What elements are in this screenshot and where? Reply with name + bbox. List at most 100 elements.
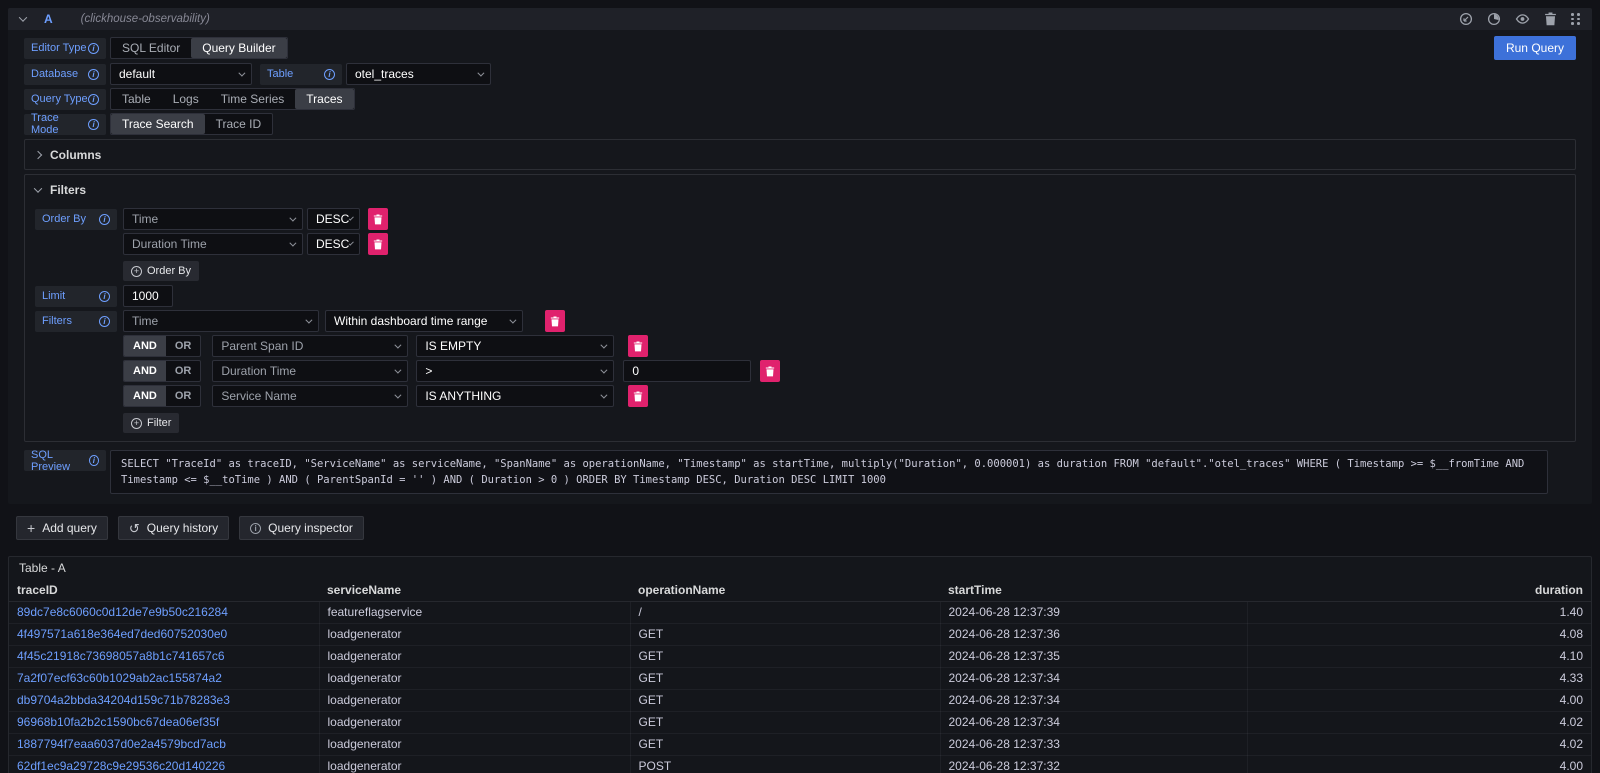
chevron-down-icon [305,316,312,323]
filter-field-select[interactable]: Service Name [212,385,408,407]
column-header-operationname[interactable]: operationName [630,579,940,601]
filter-operator-select[interactable]: > [416,360,614,382]
database-value: default [119,67,155,81]
info-icon[interactable]: i [88,119,99,130]
trace-id-link[interactable]: 4f497571a618e364ed7ded60752030e0 [9,623,319,645]
remove-order-by-button[interactable] [368,233,388,255]
trace-mode-label: Trace Mode i [24,114,106,135]
duration-cell: 4.10 [1247,645,1591,667]
add-query-label: Add query [42,521,97,535]
operation-name-cell: GET [630,733,940,755]
duration-cell: 4.00 [1247,689,1591,711]
trace-id-link[interactable]: 62df1ec9a29728c9e29536c20d140226 [9,755,319,773]
order-by-field-select[interactable]: Duration Time [123,233,303,255]
trace-id-link[interactable]: 4f45c21918c73698057a8b1c741657c6 [9,645,319,667]
columns-section-header[interactable]: Columns [35,145,1565,165]
info-icon[interactable]: i [89,455,99,466]
panel-title: Table - A [9,557,1591,579]
column-header-starttime[interactable]: startTime [940,579,1247,601]
add-filter-button[interactable]: + Filter [123,413,179,433]
trace-id-link[interactable]: 89dc7e8c6060c0d12de7e9b50c216284 [9,601,319,623]
database-select[interactable]: default [110,63,252,85]
info-icon[interactable]: i [324,69,335,80]
info-icon[interactable]: i [99,316,110,327]
query-inspector-button[interactable]: i Query inspector [239,516,364,540]
trace-mode-option-trace-search[interactable]: Trace Search [111,114,205,134]
duplicate-query-icon[interactable] [1487,12,1501,26]
trace-id-link[interactable]: 1887794f7eaa6037d0e2a4579bcd7acb [9,733,319,755]
or-option[interactable]: OR [166,386,201,406]
add-query-button[interactable]: + Add query [16,516,108,540]
add-order-by-button[interactable]: + Order By [123,261,199,281]
filter-field-select[interactable]: Time [123,310,319,332]
and-option[interactable]: AND [124,361,166,381]
filter-field-select[interactable]: Parent Span ID [212,335,408,357]
add-order-by-label: Order By [147,265,191,277]
query-row-header[interactable]: A (clickhouse-observability) [8,8,1592,30]
trace-id-link[interactable]: 7a2f07ecf63c60b1029ab2ac155874a2 [9,667,319,689]
trace-mode-option-trace-id[interactable]: Trace ID [205,114,273,134]
collapse-query-icon[interactable] [19,13,27,21]
table-row: db9704a2bbda34204d159c71b78283e3 loadgen… [9,689,1591,711]
order-by-direction-select[interactable]: DESC [307,208,360,230]
query-type-option-logs[interactable]: Logs [162,89,210,109]
remove-filter-button[interactable] [545,310,565,332]
drag-handle-icon[interactable] [1571,13,1580,25]
remove-filter-button[interactable] [628,385,648,407]
operation-name-cell: GET [630,667,940,689]
operation-name-cell: POST [630,755,940,773]
order-by-field-select[interactable]: Time [123,208,303,230]
column-header-duration[interactable]: duration [1247,579,1591,601]
trace-id-link[interactable]: 96968b10fa2b2c1590bc67dea06ef35f [9,711,319,733]
run-query-button[interactable]: Run Query [1494,36,1576,60]
editor-type-option-sql-editor[interactable]: SQL Editor [111,38,191,58]
query-type-option-table[interactable]: Table [111,89,162,109]
duration-cell: 4.02 [1247,733,1591,755]
filters-section-header[interactable]: Filters [35,180,1565,200]
history-icon: ↺ [129,522,140,535]
query-history-label: Query history [147,521,218,535]
remove-filter-button[interactable] [760,360,780,382]
query-help-icon[interactable] [1459,12,1473,26]
filter-operator-select[interactable]: Within dashboard time range [325,310,523,332]
operation-name-cell: GET [630,623,940,645]
filter-value-input[interactable] [623,360,751,382]
or-option[interactable]: OR [166,361,201,381]
remove-order-by-button[interactable] [368,208,388,230]
info-icon[interactable]: i [99,214,110,225]
remove-filter-button[interactable] [628,335,648,357]
query-history-button[interactable]: ↺ Query history [118,516,229,540]
trace-mode-radio-group: Trace Search Trace ID [110,113,273,135]
filter-operator-select[interactable]: IS EMPTY [416,335,614,357]
and-option[interactable]: AND [124,386,166,406]
query-type-option-traces[interactable]: Traces [295,89,353,109]
chevron-down-icon [289,214,296,221]
column-header-servicename[interactable]: serviceName [319,579,630,601]
column-header-traceid[interactable]: traceID [9,579,319,601]
filter-field-value: Time [132,314,158,328]
start-time-cell: 2024-06-28 12:37:34 [940,711,1247,733]
order-by-direction-select[interactable]: DESC [307,233,360,255]
and-option[interactable]: AND [124,336,166,356]
info-icon[interactable]: i [99,291,110,302]
trace-id-link[interactable]: db9704a2bbda34204d159c71b78283e3 [9,689,319,711]
table-panel: Table - A traceID serviceName operationN… [8,556,1592,773]
info-icon[interactable]: i [88,69,99,80]
sql-preview-text[interactable]: SELECT "TraceId" as traceID, "ServiceNam… [110,450,1548,494]
filter-operator-value: IS ANYTHING [425,389,501,403]
table-select[interactable]: otel_traces [346,63,491,85]
info-icon[interactable]: i [88,94,99,105]
filter-field-select[interactable]: Duration Time [212,360,408,382]
editor-type-option-query-builder[interactable]: Query Builder [191,38,286,58]
or-option[interactable]: OR [166,336,201,356]
hide-response-icon[interactable] [1515,12,1530,26]
database-label-text: Database [31,68,78,80]
remove-query-icon[interactable] [1544,12,1557,26]
trash-icon [550,316,560,327]
filter-operator-select[interactable]: IS ANYTHING [416,385,614,407]
filter-field-value: Parent Span ID [221,339,303,353]
trash-icon [373,239,383,250]
query-type-option-time-series[interactable]: Time Series [210,89,296,109]
limit-input[interactable] [123,285,173,307]
info-icon[interactable]: i [88,43,99,54]
